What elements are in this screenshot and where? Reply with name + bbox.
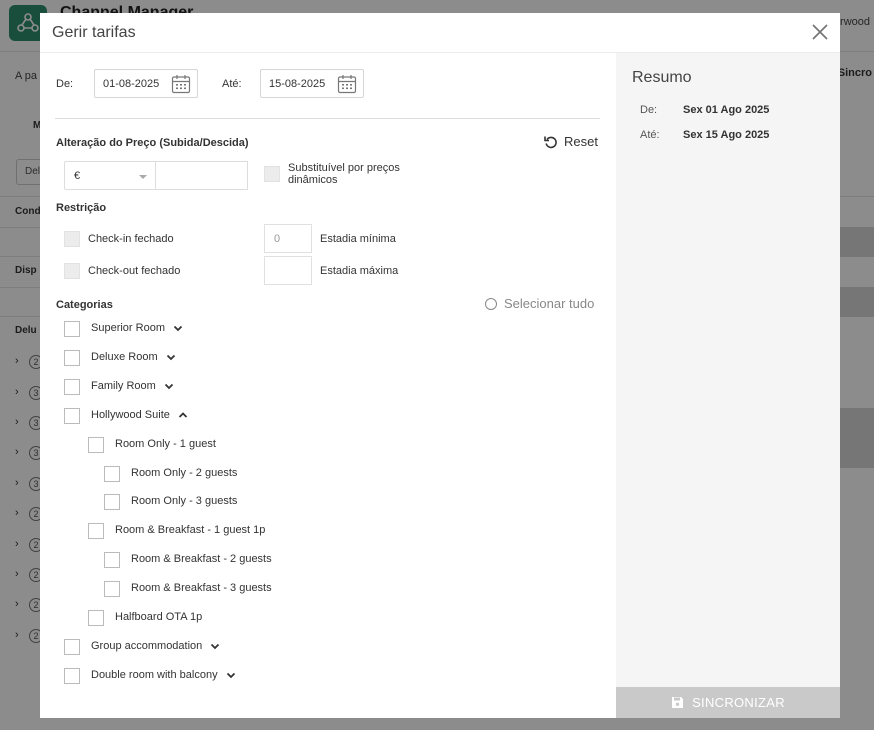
max-stay-label: Estadia máxima: [320, 265, 399, 277]
chevron-down-icon[interactable]: [210, 641, 220, 651]
date-from-input[interactable]: 01-08-2025: [94, 69, 198, 98]
category-item: Halfboard OTA 1p: [115, 611, 202, 623]
category-label: Hollywood Suite: [91, 409, 170, 421]
category-checkbox[interactable]: [104, 466, 120, 482]
chevron-down-icon[interactable]: [173, 323, 183, 333]
min-stay-value: 0: [274, 233, 281, 245]
min-stay-input[interactable]: 0: [264, 224, 312, 253]
category-label: Group accommodation: [91, 640, 203, 652]
checkin-closed-checkbox[interactable]: [64, 231, 80, 247]
currency-value: €: [74, 170, 81, 182]
category-item: Room Only - 3 guests: [131, 495, 237, 507]
category-item: Room Only - 2 guests: [131, 467, 237, 479]
max-stay-input[interactable]: [264, 256, 312, 285]
reset-icon: [544, 136, 557, 148]
category-item: Room & Breakfast - 3 guests: [131, 582, 272, 594]
category-checkbox[interactable]: [104, 581, 120, 597]
chevron-down-icon[interactable]: [166, 352, 176, 362]
category-label: Halfboard OTA 1p: [115, 611, 203, 623]
summary-title: Resumo: [632, 69, 692, 86]
date-to-input[interactable]: 15-08-2025: [260, 69, 364, 98]
category-item: Room Only - 1 guest: [115, 438, 216, 450]
category-item: Group accommodation: [91, 640, 220, 652]
summary-panel: Resumo De: Sex 01 Ago 2025 Até: Sex 15 A…: [616, 53, 840, 718]
category-checkbox[interactable]: [88, 610, 104, 626]
radio-circle-icon: [485, 297, 497, 310]
dynamic-price-label: Substituível por preços dinâmicos: [288, 162, 400, 186]
category-checkbox[interactable]: [88, 523, 104, 539]
category-checkbox[interactable]: [64, 379, 80, 395]
save-icon: [672, 697, 684, 708]
category-checkbox[interactable]: [88, 437, 104, 453]
category-item: Room & Breakfast - 2 guests: [131, 553, 272, 565]
reset-label: Reset: [564, 134, 598, 149]
close-icon[interactable]: [810, 22, 830, 42]
sync-label: SINCRONIZAR: [692, 695, 785, 710]
summary-to-label: Até:: [640, 129, 660, 141]
category-item: Room & Breakfast - 1 guest 1p: [115, 524, 265, 536]
chevron-down-icon[interactable]: [226, 670, 236, 680]
price-change-title: Alteração do Preço (Subida/Descida): [56, 137, 249, 149]
category-label: Room Only - 1 guest: [115, 438, 216, 450]
min-stay-label: Estadia mínima: [320, 233, 396, 245]
section-divider: [55, 118, 600, 119]
sync-button[interactable]: SINCRONIZAR: [616, 687, 840, 718]
category-label: Room Only - 2 guests: [131, 467, 238, 479]
chevron-down-icon[interactable]: [164, 381, 174, 391]
category-item: Superior Room: [91, 322, 183, 334]
summary-from-value: Sex 01 Ago 2025: [683, 104, 770, 116]
calendar-icon[interactable]: [171, 74, 191, 94]
category-checkbox[interactable]: [64, 350, 80, 366]
checkout-closed-checkbox[interactable]: [64, 263, 80, 279]
category-item: Deluxe Room: [91, 351, 176, 363]
summary-to-value: Sex 15 Ago 2025: [683, 129, 770, 141]
rates-form: De: 01-08-2025 Até: 15-08-2025 Alteração…: [40, 53, 616, 718]
chevron-down-icon: [139, 175, 147, 179]
category-label: Room & Breakfast - 3 guests: [131, 582, 272, 594]
category-label: Deluxe Room: [91, 351, 158, 363]
category-item: Hollywood Suite: [91, 409, 188, 421]
date-to-value: 15-08-2025: [269, 78, 326, 90]
checkin-closed-label: Check-in fechado: [88, 233, 174, 245]
category-label: Room & Breakfast - 2 guests: [131, 553, 272, 565]
calendar-icon[interactable]: [337, 74, 357, 94]
checkout-closed-label: Check-out fechado: [88, 265, 181, 277]
category-checkbox[interactable]: [104, 552, 120, 568]
chevron-up-icon[interactable]: [178, 410, 188, 420]
category-label: Family Room: [91, 380, 156, 392]
category-checkbox[interactable]: [64, 321, 80, 337]
category-label: Room Only - 3 guests: [131, 495, 238, 507]
restriction-title: Restrição: [56, 202, 107, 214]
summary-from-label: De:: [640, 104, 658, 116]
category-label: Superior Room: [91, 322, 165, 334]
select-all-button[interactable]: Selecionar tudo: [485, 296, 594, 311]
manage-rates-modal: Gerir tarifas De: 01-08-2025 Até: 15-08-…: [40, 13, 840, 718]
category-item: Family Room: [91, 380, 174, 392]
category-label: Double room with balcony: [91, 669, 218, 681]
category-checkbox[interactable]: [64, 639, 80, 655]
category-item: Double room with balcony: [91, 669, 236, 681]
date-to-label: Até:: [222, 78, 242, 90]
date-from-value: 01-08-2025: [103, 78, 160, 90]
category-label: Room & Breakfast - 1 guest 1p: [115, 524, 266, 536]
modal-title: Gerir tarifas: [52, 24, 136, 41]
categories-title: Categorias: [56, 299, 113, 311]
price-change-input[interactable]: [156, 161, 248, 190]
date-from-label: De:: [56, 78, 74, 90]
category-checkbox[interactable]: [64, 408, 80, 424]
dynamic-price-checkbox[interactable]: [264, 166, 280, 182]
modal-header: Gerir tarifas: [40, 13, 840, 53]
reset-button[interactable]: Reset: [544, 134, 598, 149]
currency-select[interactable]: €: [64, 161, 156, 190]
category-checkbox[interactable]: [64, 668, 80, 684]
select-all-label: Selecionar tudo: [504, 296, 595, 311]
category-checkbox[interactable]: [104, 494, 120, 510]
